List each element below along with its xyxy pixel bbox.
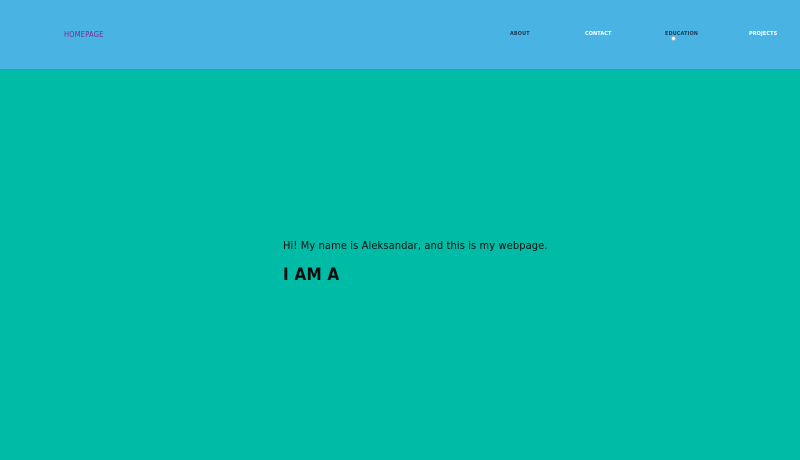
nav-link-about[interactable]: ABOUT <box>510 31 530 37</box>
hero-section: Hi! My name is Aleksandar, and this is m… <box>0 69 800 460</box>
nav-link-education[interactable]: EDUCATION <box>665 31 698 37</box>
nav-link-contact[interactable]: CONTACT <box>585 31 611 37</box>
hero-headline: I AM A <box>283 265 340 285</box>
top-navbar: HOMEPAGE ABOUT CONTACT EDUCATION PROJECT… <box>0 0 800 69</box>
intro-greeting: Hi! My name is Aleksandar, and this is m… <box>283 239 548 252</box>
homepage-link[interactable]: HOMEPAGE <box>64 30 104 39</box>
nav-link-projects[interactable]: PROJECTS <box>749 31 777 37</box>
mouse-cursor-icon <box>671 36 676 41</box>
